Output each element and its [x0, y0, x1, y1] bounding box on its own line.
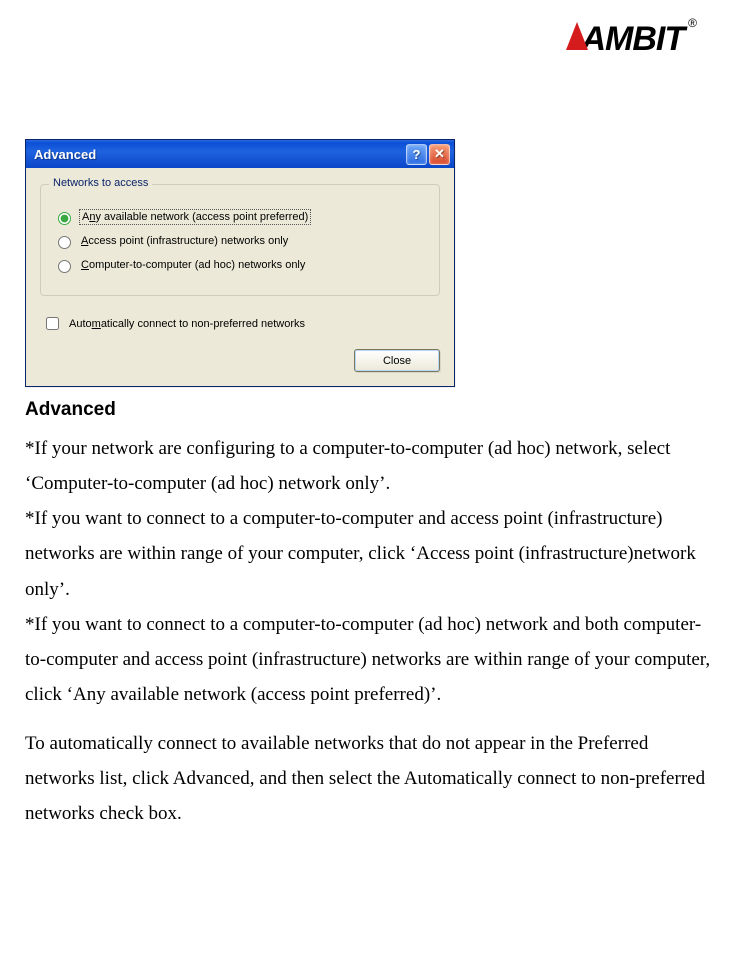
brand-logo: AMBIT ®	[566, 20, 696, 59]
doc-heading: Advanced	[25, 399, 713, 421]
auto-connect-label: Automatically connect to non-preferred n…	[69, 318, 305, 330]
radio-any-available-label: Any available network (access point pref…	[81, 211, 309, 223]
doc-paragraph-2: *If you want to connect to a computer-to…	[25, 501, 713, 606]
doc-paragraph-1: *If your network are configuring to a co…	[25, 431, 713, 501]
doc-body: *If your network are configuring to a co…	[25, 431, 713, 832]
networks-to-access-group: Networks to access Any available network…	[40, 184, 440, 296]
close-icon[interactable]: ✕	[429, 144, 450, 165]
radio-any-available-input[interactable]	[58, 212, 71, 225]
brand-name: AMBIT	[582, 20, 685, 59]
advanced-dialog: Advanced ? ✕ Networks to access Any avai…	[25, 139, 455, 387]
radio-access-point-only[interactable]: Access point (infrastructure) networks o…	[53, 233, 427, 249]
logo-triangle-icon	[566, 22, 588, 50]
radio-adhoc-only[interactable]: Computer-to-computer (ad hoc) networks o…	[53, 257, 427, 273]
help-button[interactable]: ?	[406, 144, 427, 165]
radio-adhoc-only-input[interactable]	[58, 260, 71, 273]
brand-registered: ®	[688, 16, 697, 30]
brand-header: AMBIT ®	[25, 20, 713, 59]
radio-access-point-only-label: Access point (infrastructure) networks o…	[81, 235, 288, 247]
dialog-body: Networks to access Any available network…	[26, 168, 454, 386]
auto-connect-checkbox-row[interactable]: Automatically connect to non-preferred n…	[42, 314, 440, 333]
groupbox-legend: Networks to access	[49, 177, 152, 189]
doc-paragraph-4: To automatically connect to available ne…	[25, 726, 713, 831]
radio-adhoc-only-label: Computer-to-computer (ad hoc) networks o…	[81, 259, 305, 271]
doc-paragraph-3: *If you want to connect to a computer-to…	[25, 607, 713, 712]
auto-connect-checkbox[interactable]	[46, 317, 59, 330]
dialog-title: Advanced	[34, 147, 404, 162]
radio-access-point-only-input[interactable]	[58, 236, 71, 249]
dialog-footer: Close	[40, 333, 440, 372]
radio-any-available[interactable]: Any available network (access point pref…	[53, 209, 427, 225]
dialog-titlebar[interactable]: Advanced ? ✕	[26, 140, 454, 168]
close-button[interactable]: Close	[354, 349, 440, 372]
